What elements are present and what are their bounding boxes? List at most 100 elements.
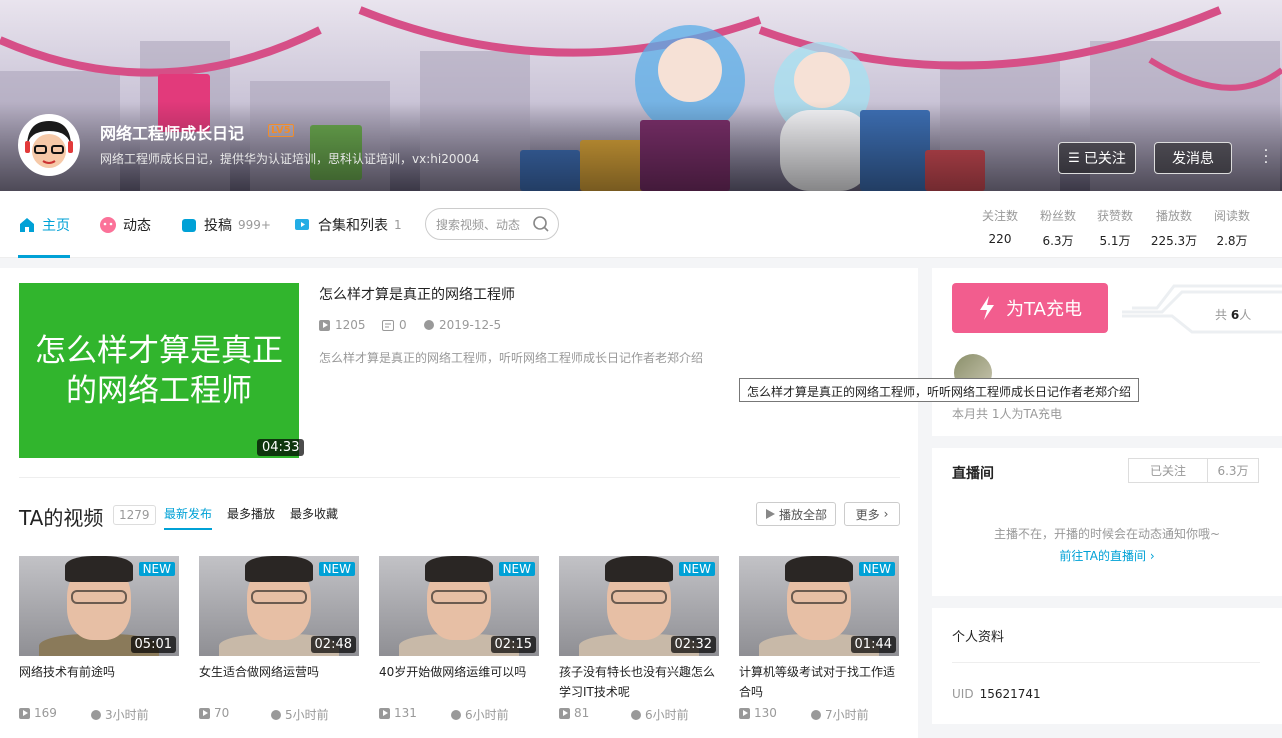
video-duration: 02:48: [310, 636, 356, 653]
featured-video-desc: 怎么样才算是真正的网络工程师，听听网络工程师成长日记作者老郑介绍: [319, 351, 704, 365]
followed-button[interactable]: ☰ 已关注: [1058, 142, 1136, 174]
stat-following[interactable]: 关注数 220: [975, 207, 1025, 246]
home-icon: [20, 217, 34, 232]
play-count-icon: [559, 707, 570, 719]
tab-dynamic[interactable]: 动态: [99, 191, 151, 258]
personal-info-title: 个人资料: [952, 630, 1005, 645]
videos-count: 1279: [113, 505, 156, 525]
video-plays: 169: [19, 706, 57, 720]
sort-latest[interactable]: 最新发布: [164, 505, 213, 530]
video-plays: 70: [199, 706, 229, 720]
chevron-right-icon: ›: [883, 507, 889, 521]
collection-icon: [295, 218, 309, 230]
stat-plays: 播放数 225.3万: [1150, 209, 1198, 248]
video-plays: 131: [379, 706, 417, 720]
featured-video-title[interactable]: 怎么样才算是真正的网络工程师: [319, 284, 515, 304]
video-time: 6小时前: [451, 706, 509, 723]
tab-home[interactable]: 主页: [18, 191, 70, 258]
featured-date: 2019-12-5: [424, 318, 501, 332]
sort-most-favorited[interactable]: 最多收藏: [290, 505, 338, 522]
stat-reads: 阅读数 2.8万: [1213, 209, 1250, 248]
featured-danmaku: 0: [382, 318, 407, 332]
divider: [19, 477, 900, 478]
clock-icon: [811, 709, 821, 720]
video-duration: 01:44: [850, 636, 896, 653]
clock-icon: [631, 709, 641, 720]
new-badge: NEW: [858, 562, 895, 576]
video-title[interactable]: 女生适合做网络运营吗: [199, 662, 359, 702]
video-title[interactable]: 计算机等级考试对于找工作适合吗: [739, 662, 899, 702]
live-empty-text: 主播不在，开播的时候会在动态通知你哦~: [993, 527, 1221, 541]
clock-icon: [451, 709, 461, 720]
charge-total: 共 6人: [1215, 308, 1252, 322]
play-count-icon: [19, 707, 30, 719]
video-time: 5小时前: [271, 706, 329, 723]
upload-icon: [182, 218, 196, 232]
video-plays: 130: [739, 706, 777, 720]
more-videos-button[interactable]: 更多 ›: [844, 502, 900, 526]
new-badge: NEW: [138, 562, 175, 576]
stat-fans[interactable]: 粉丝数 6.3万: [1033, 207, 1083, 249]
video-duration: 02:15: [490, 636, 536, 653]
lightning-icon: [980, 296, 995, 320]
video-title[interactable]: 网络技术有前途吗: [19, 662, 179, 702]
video-card[interactable]: NEW 02:48 女生适合做网络运营吗 70 5小时前: [199, 556, 359, 722]
play-count-icon: [379, 707, 390, 719]
video-duration: 02:32: [670, 636, 716, 653]
video-thumbnail[interactable]: NEW 02:48: [199, 556, 359, 656]
play-count-icon: [739, 707, 750, 719]
video-card[interactable]: NEW 02:15 40岁开始做网络运维可以吗 131 6小时前: [379, 556, 539, 722]
stat-likes: 获赞数 5.1万: [1096, 209, 1133, 248]
featured-duration: 04:33: [257, 439, 305, 456]
dynamic-icon: [100, 216, 116, 233]
charge-button[interactable]: 为TA充电: [952, 283, 1108, 333]
divider: [952, 662, 1260, 663]
clock-icon: [424, 320, 434, 330]
clock-icon: [91, 709, 101, 720]
tooltip: 怎么样才算是真正的网络工程师，听听网络工程师成长日记作者老郑介绍: [739, 378, 1139, 402]
live-follow-button[interactable]: 已关注: [1128, 458, 1208, 483]
live-room-link[interactable]: 前往TA的直播间 ›: [932, 547, 1282, 564]
video-thumbnail[interactable]: NEW 02:32: [559, 556, 719, 656]
play-icon: [765, 509, 775, 519]
sort-most-played[interactable]: 最多播放: [227, 505, 275, 522]
uid-row: UID 15621741: [952, 687, 1041, 701]
tab-upload[interactable]: 投稿 999+: [180, 191, 271, 258]
new-badge: NEW: [318, 562, 355, 576]
play-count-icon: [319, 319, 330, 331]
featured-plays: 1205: [319, 318, 366, 332]
username: 网络工程师成长日记: [100, 124, 245, 143]
video-time: 3小时前: [91, 706, 149, 723]
videos-section-title: TA的视频: [19, 506, 104, 530]
search-icon[interactable]: [532, 215, 550, 233]
more-vertical-icon[interactable]: · · ·: [1262, 144, 1270, 170]
avatar[interactable]: [18, 114, 80, 176]
circuit-decoration: [1122, 284, 1282, 334]
video-card[interactable]: NEW 01:44 计算机等级考试对于找工作适合吗 130 7小时前: [739, 556, 899, 722]
video-time: 7小时前: [811, 706, 869, 723]
video-thumbnail[interactable]: NEW 05:01: [19, 556, 179, 656]
play-all-button[interactable]: 播放全部: [756, 502, 836, 526]
send-message-button[interactable]: 发消息: [1154, 142, 1232, 174]
video-time: 6小时前: [631, 706, 689, 723]
video-card[interactable]: NEW 02:32 孩子没有特长也没有兴趣怎么学习IT技术呢 81 6小时前: [559, 556, 719, 722]
profile-nav: 主页 动态 投稿 999+ 合集和列表 1 搜索视频、动态 关注数 220 粉丝数…: [0, 191, 1282, 258]
video-thumbnail[interactable]: NEW 02:15: [379, 556, 539, 656]
video-plays: 81: [559, 706, 589, 720]
video-title[interactable]: 40岁开始做网络运维可以吗: [379, 662, 539, 702]
new-badge: NEW: [498, 562, 535, 576]
search-input[interactable]: 搜索视频、动态: [425, 208, 559, 240]
live-fans-count: 6.3万: [1207, 458, 1259, 483]
video-title[interactable]: 孩子没有特长也没有兴趣怎么学习IT技术呢: [559, 662, 719, 702]
new-badge: NEW: [678, 562, 715, 576]
video-thumbnail[interactable]: NEW 01:44: [739, 556, 899, 656]
featured-video-thumbnail[interactable]: 怎么样才算是真正的网络工程师: [19, 283, 299, 458]
charge-month-text: 本月共 1人为TA充电: [952, 407, 1063, 421]
tab-collection[interactable]: 合集和列表 1: [294, 191, 402, 258]
play-count-icon: [199, 707, 210, 719]
menu-icon: ☰: [1068, 150, 1080, 166]
video-card[interactable]: NEW 05:01 网络技术有前途吗 169 3小时前: [19, 556, 179, 722]
level-badge: LV5: [268, 124, 294, 137]
user-sign: 网络工程师成长日记，提供华为认证培训，思科认证培训，vx:hi20004: [100, 152, 480, 166]
video-duration: 05:01: [130, 636, 176, 653]
